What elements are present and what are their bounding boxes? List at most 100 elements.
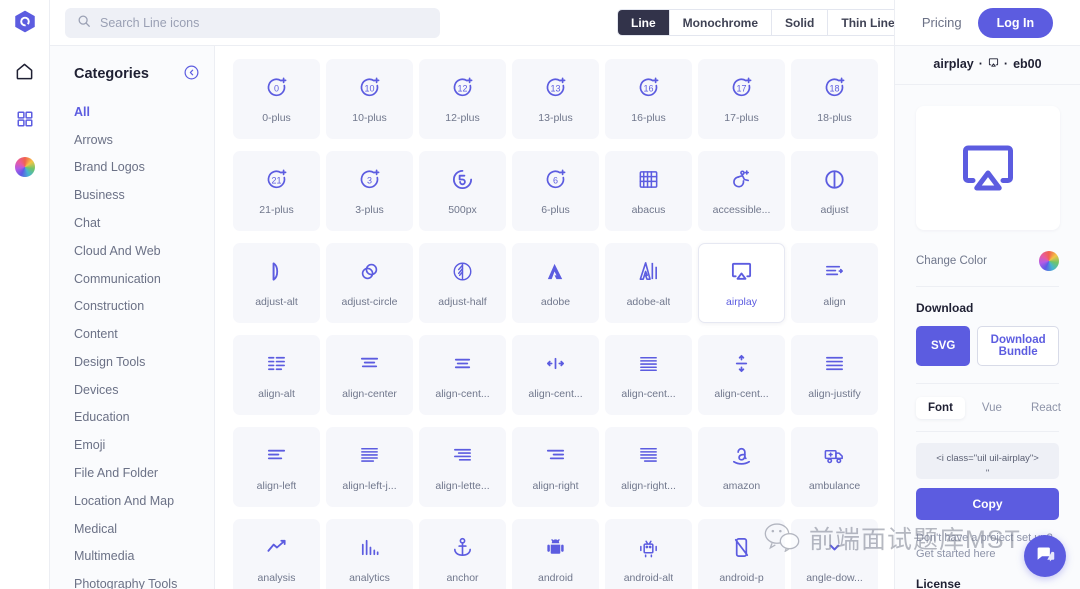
icon-card[interactable]: adobe-alt — [605, 243, 692, 323]
color-picker-icon[interactable] — [1039, 251, 1059, 271]
icon-card[interactable]: adjust-circle — [326, 243, 413, 323]
format-tab-react[interactable]: React — [1019, 397, 1073, 419]
category-item-file-and-folder[interactable]: File And Folder — [74, 459, 214, 487]
icon-card[interactable]: 10 10-plus — [326, 59, 413, 139]
icon-card[interactable]: align-right... — [605, 427, 692, 507]
icon-card[interactable]: align-cent... — [605, 335, 692, 415]
chat-bubble-icon — [1035, 544, 1056, 568]
icon-card[interactable]: 21 21-plus — [233, 151, 320, 231]
category-item-arrows[interactable]: Arrows — [74, 126, 214, 154]
search-box[interactable] — [65, 7, 440, 38]
download-svg-button[interactable]: SVG — [916, 326, 971, 366]
13-plus-icon: 13 — [544, 75, 568, 101]
analytics-icon — [358, 535, 381, 561]
icon-card[interactable]: 6 6-plus — [512, 151, 599, 231]
collapse-circle-icon[interactable] — [183, 64, 200, 84]
icon-card[interactable]: 3 3-plus — [326, 151, 413, 231]
category-item-business[interactable]: Business — [74, 181, 214, 209]
icon-card[interactable]: 16 16-plus — [605, 59, 692, 139]
icon-card[interactable]: 500px — [419, 151, 506, 231]
icon-card[interactable]: 17 17-plus — [698, 59, 785, 139]
icon-card-label: amazon — [722, 479, 761, 492]
icon-card[interactable]: align-cent... — [698, 335, 785, 415]
icon-card[interactable]: abacus — [605, 151, 692, 231]
category-item-devices[interactable]: Devices — [74, 376, 214, 404]
anchor-icon — [451, 535, 474, 561]
category-item-cloud-and-web[interactable]: Cloud And Web — [74, 237, 214, 265]
style-toggle-line[interactable]: Line — [618, 10, 670, 35]
home-nav-icon[interactable] — [12, 58, 38, 84]
icon-preview — [916, 106, 1060, 230]
icon-card[interactable]: 18 18-plus — [791, 59, 878, 139]
adjust-icon — [823, 167, 846, 193]
home-icon[interactable] — [12, 8, 38, 34]
abacus-icon — [637, 167, 660, 193]
category-item-emoji[interactable]: Emoji — [74, 431, 214, 459]
category-item-chat[interactable]: Chat — [74, 209, 214, 237]
icon-card[interactable]: amazon — [698, 427, 785, 507]
login-button[interactable]: Log In — [977, 7, 1054, 38]
icon-card[interactable]: align-cent... — [512, 335, 599, 415]
align-left-j-icon — [358, 443, 381, 469]
icon-card[interactable]: 12 12-plus — [419, 59, 506, 139]
airplay-icon — [730, 259, 753, 285]
download-bundle-button[interactable]: Download Bundle — [977, 326, 1059, 366]
format-tab-vue[interactable]: Vue — [970, 397, 1014, 419]
icon-card[interactable]: align-lette... — [419, 427, 506, 507]
icon-card[interactable]: 13 13-plus — [512, 59, 599, 139]
icon-card[interactable]: analytics — [326, 519, 413, 589]
style-toggle-monochrome[interactable]: Monochrome — [670, 10, 773, 35]
icon-card[interactable]: ambulance — [791, 427, 878, 507]
code-snippet[interactable]: <i class="uil uil-airplay"> " — [916, 443, 1059, 479]
icon-card[interactable]: anchor — [419, 519, 506, 589]
category-item-brand-logos[interactable]: Brand Logos — [74, 154, 214, 182]
icon-card[interactable]: align-cent... — [419, 335, 506, 415]
format-tab-font[interactable]: Font — [916, 397, 965, 419]
icon-card[interactable]: accessible... — [698, 151, 785, 231]
icon-card-label: 3-plus — [355, 203, 384, 216]
icon-card[interactable]: analysis — [233, 519, 320, 589]
category-item-medical[interactable]: Medical — [74, 515, 214, 543]
icon-card-label: adjust — [820, 203, 849, 216]
grid-icon[interactable] — [12, 106, 38, 132]
category-item-education[interactable]: Education — [74, 404, 214, 432]
icon-card[interactable]: adjust-half — [419, 243, 506, 323]
icon-card[interactable]: android — [512, 519, 599, 589]
icon-card[interactable]: angle-dow... — [791, 519, 878, 589]
get-started-link[interactable]: Get started here — [916, 548, 996, 560]
icon-card[interactable]: 0 0-plus — [233, 59, 320, 139]
category-item-construction[interactable]: Construction — [74, 292, 214, 320]
category-item-all[interactable]: All — [74, 98, 214, 126]
icon-card[interactable]: android-alt — [605, 519, 692, 589]
category-item-design-tools[interactable]: Design Tools — [74, 348, 214, 376]
category-item-photography-tools[interactable]: Photography Tools — [74, 570, 214, 589]
icon-card[interactable]: align-right — [512, 427, 599, 507]
icon-card[interactable]: align-center — [326, 335, 413, 415]
icon-card[interactable]: align — [791, 243, 878, 323]
icon-card[interactable]: airplay — [698, 243, 785, 323]
search-input[interactable] — [100, 15, 428, 30]
icon-card[interactable]: android-p — [698, 519, 785, 589]
category-item-multimedia[interactable]: Multimedia — [74, 543, 214, 571]
category-item-content[interactable]: Content — [74, 320, 214, 348]
categories-title: Categories — [74, 66, 149, 82]
airplay-small-icon — [988, 57, 999, 71]
icon-card[interactable]: align-alt — [233, 335, 320, 415]
category-item-communication[interactable]: Communication — [74, 265, 214, 293]
copy-button[interactable]: Copy — [916, 488, 1059, 520]
style-toggle-solid[interactable]: Solid — [772, 10, 829, 35]
icon-card[interactable]: align-justify — [791, 335, 878, 415]
chat-fab[interactable] — [1024, 535, 1066, 577]
color-wheel-icon[interactable] — [12, 154, 38, 180]
icon-card[interactable]: adjust-alt — [233, 243, 320, 323]
icon-card[interactable]: align-left-j... — [326, 427, 413, 507]
category-item-location-and-map[interactable]: Location And Map — [74, 487, 214, 515]
10-plus-icon: 10 — [358, 75, 382, 101]
icon-card[interactable]: adobe — [512, 243, 599, 323]
icon-card-label: 10-plus — [352, 111, 387, 124]
icon-library-app: Line Monochrome Solid Thin Line Pricing … — [0, 0, 1080, 589]
icon-card[interactable]: adjust — [791, 151, 878, 231]
icon-card[interactable]: align-left — [233, 427, 320, 507]
pricing-link[interactable]: Pricing — [922, 15, 962, 30]
change-color-row[interactable]: Change Color — [916, 230, 1059, 287]
